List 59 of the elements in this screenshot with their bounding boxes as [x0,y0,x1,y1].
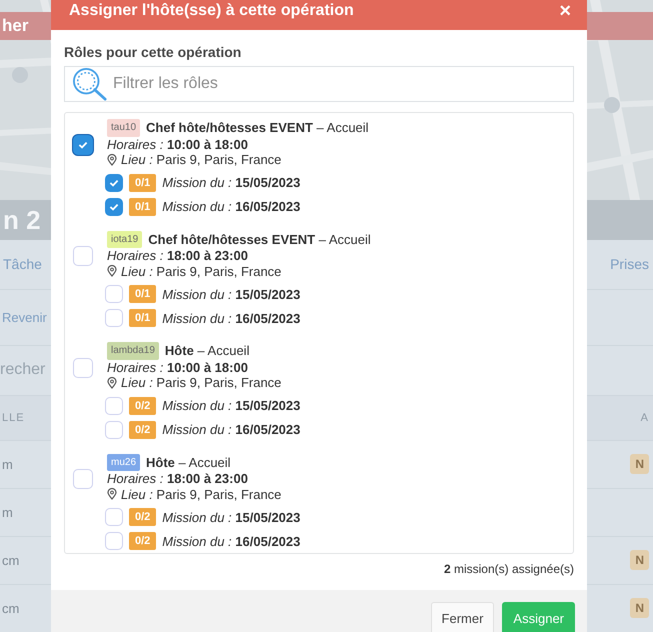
role-tag: tau10 [107,119,140,136]
table-cell: m [2,456,13,472]
status-badge: N [630,598,649,618]
role-hours: Horaires : 10:00 à 18:00 [107,136,248,152]
location-pin-icon [107,376,117,389]
role-hours: Horaires : 18:00 à 23:00 [107,471,248,486]
location-pin-icon [107,154,117,166]
mission-date: Mission du : 15/05/2023 [162,175,300,190]
tab[interactable]: Prises [610,256,649,272]
location-pin-icon [107,265,117,278]
mission-date: Mission du : 15/05/2023 [162,286,300,302]
filter-field[interactable]: Filtrer les rôles [64,66,574,102]
table-cell: cm [2,552,20,568]
role-location: Lieu : Paris 9, Paris, France [121,375,282,390]
count-badge: 0/1 [129,198,156,216]
mission-date: Mission du : 15/05/2023 [162,398,300,413]
mission-date: Mission du : 16/05/2023 [162,199,300,214]
back-link[interactable]: Revenir [2,310,47,325]
count-badge: 0/2 [129,532,156,550]
checkbox[interactable] [105,174,123,192]
role-location: Lieu : Paris 9, Paris, France [121,264,282,279]
status-badge: N [630,454,649,474]
role-tag: mu26 [107,454,140,471]
search-field[interactable]: recher [0,361,49,380]
close-dialog-button[interactable]: Fermer [430,602,494,632]
table-cell: cm [2,600,20,616]
location-pin-icon [107,488,117,500]
mission-date: Mission du : 16/05/2023 [162,422,300,437]
role-title: Hôte – Accueil [164,343,250,358]
mission-date: Mission du : 16/05/2023 [162,310,300,326]
role-tag: lambda19 [107,342,159,360]
status-badge: N [630,550,649,570]
role-hours: Horaires : 18:00 à 23:00 [107,248,248,264]
tab[interactable]: Tâche [3,256,42,272]
column-header: LLE [2,412,25,424]
role-location: Lieu : Paris 9, Paris, France [121,152,282,168]
count-badge: 0/2 [129,508,156,526]
count-badge: 0/2 [129,420,156,438]
role-hours: Horaires : 10:00 à 18:00 [107,360,248,375]
checkbox[interactable] [105,198,123,216]
column-header: A [640,412,649,424]
assigned-summary: 2 mission(s) assignée(s) [444,562,574,576]
close-button[interactable]: × [559,1,571,21]
mission-date: Mission du : 16/05/2023 [162,534,300,548]
assign-button[interactable]: Assigner [502,602,575,632]
banner-text: her [1,16,28,36]
count-badge: 0/1 [129,285,156,303]
count-badge: 0/1 [129,309,156,327]
role-title: Chef hôte/hôtesses EVENT – Accueil [146,120,369,136]
modal-title: Assigner l'hôte(sse) à cette opération [69,2,354,20]
section-label: Rôles pour cette opération [64,44,242,60]
table-cell: m [2,504,13,520]
mission-date: Mission du : 15/05/2023 [162,510,300,524]
count-badge: 0/2 [129,396,156,414]
checkbox[interactable] [73,134,93,155]
role-location: Lieu : Paris 9, Paris, France [121,486,282,502]
role-tag: iota19 [107,230,142,248]
role-title: Hôte – Accueil [146,454,231,470]
count-badge: 0/1 [129,174,156,192]
